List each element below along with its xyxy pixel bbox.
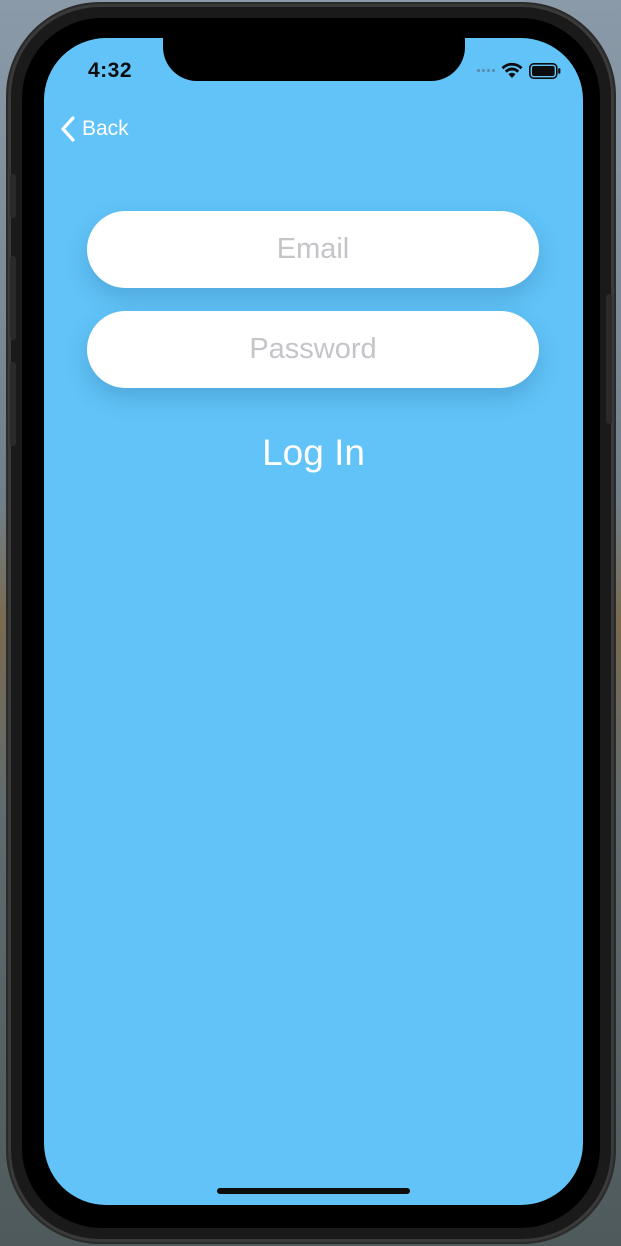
login-button[interactable]: Log In bbox=[44, 432, 583, 474]
password-field[interactable] bbox=[107, 332, 519, 367]
email-field-container bbox=[87, 211, 539, 288]
volume-down-button bbox=[10, 362, 16, 446]
back-button[interactable]: Back bbox=[60, 116, 129, 142]
home-indicator[interactable] bbox=[217, 1188, 410, 1194]
power-button bbox=[606, 294, 612, 424]
chevron-left-icon bbox=[61, 116, 75, 142]
back-label: Back bbox=[82, 117, 129, 140]
password-field-container bbox=[87, 311, 539, 388]
cellular-signal-icon bbox=[477, 69, 495, 72]
app-screen: 4:32 Back Log In bbox=[44, 38, 583, 1205]
notch bbox=[163, 38, 465, 81]
status-icons bbox=[477, 62, 561, 79]
status-time: 4:32 bbox=[88, 59, 133, 82]
email-field[interactable] bbox=[107, 232, 519, 267]
wifi-icon bbox=[501, 62, 523, 78]
battery-icon bbox=[529, 62, 561, 79]
volume-up-button bbox=[10, 256, 16, 340]
mute-switch bbox=[10, 174, 16, 218]
